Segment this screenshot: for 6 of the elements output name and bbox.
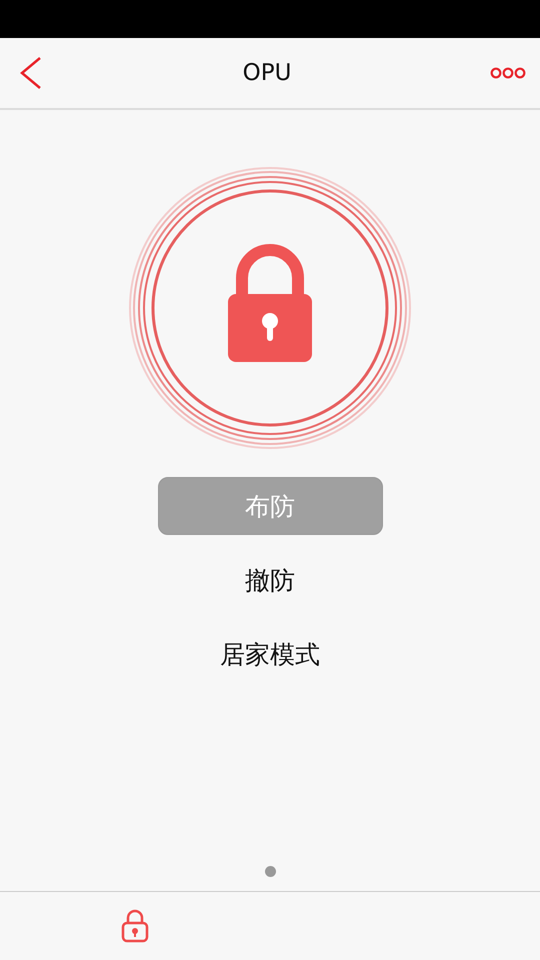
mode-button[interactable]: 居家模式 [158,625,382,683]
more-button[interactable] [490,67,526,79]
lock-tab[interactable] [121,909,149,943]
page-title: OPU [242,60,292,86]
mode-button[interactable]: 撤防 [158,551,382,609]
page-indicator [264,866,276,877]
